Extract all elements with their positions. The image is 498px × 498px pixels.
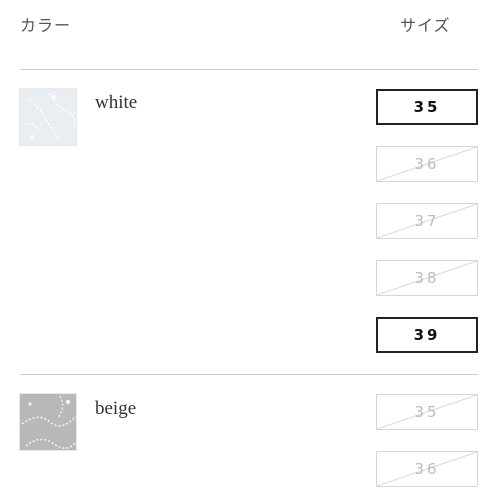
size-label: 36	[414, 155, 440, 173]
size-option-38-unavailable: 38	[376, 260, 478, 296]
divider	[20, 69, 478, 70]
size-option-39[interactable]: 39	[376, 317, 478, 353]
color-swatch-white[interactable]	[19, 88, 77, 146]
size-option-35[interactable]: 35	[376, 89, 478, 125]
size-option-37-unavailable: 37	[376, 203, 478, 239]
size-label: 35	[414, 403, 440, 421]
color-swatch-beige[interactable]	[19, 393, 77, 451]
color-name-white: white	[95, 92, 138, 113]
color-name-beige: beige	[95, 398, 137, 419]
size-option-36-unavailable: 36	[376, 451, 478, 487]
size-label: 39	[413, 326, 441, 344]
color-size-selector: カラー サイズ white 35 36 37 38 39 beige 35 36	[0, 0, 498, 498]
size-label: 37	[414, 212, 440, 230]
size-label: 38	[414, 269, 440, 287]
color-column-header: カラー	[20, 16, 72, 35]
size-option-36-unavailable: 36	[376, 146, 478, 182]
size-column-header: サイズ	[400, 16, 451, 35]
divider	[20, 374, 478, 375]
size-label: 35	[413, 98, 441, 116]
size-option-35-unavailable: 35	[376, 394, 478, 430]
size-label: 36	[414, 460, 440, 478]
lace-pattern-image	[21, 395, 76, 449]
lace-pattern-image	[23, 92, 76, 140]
